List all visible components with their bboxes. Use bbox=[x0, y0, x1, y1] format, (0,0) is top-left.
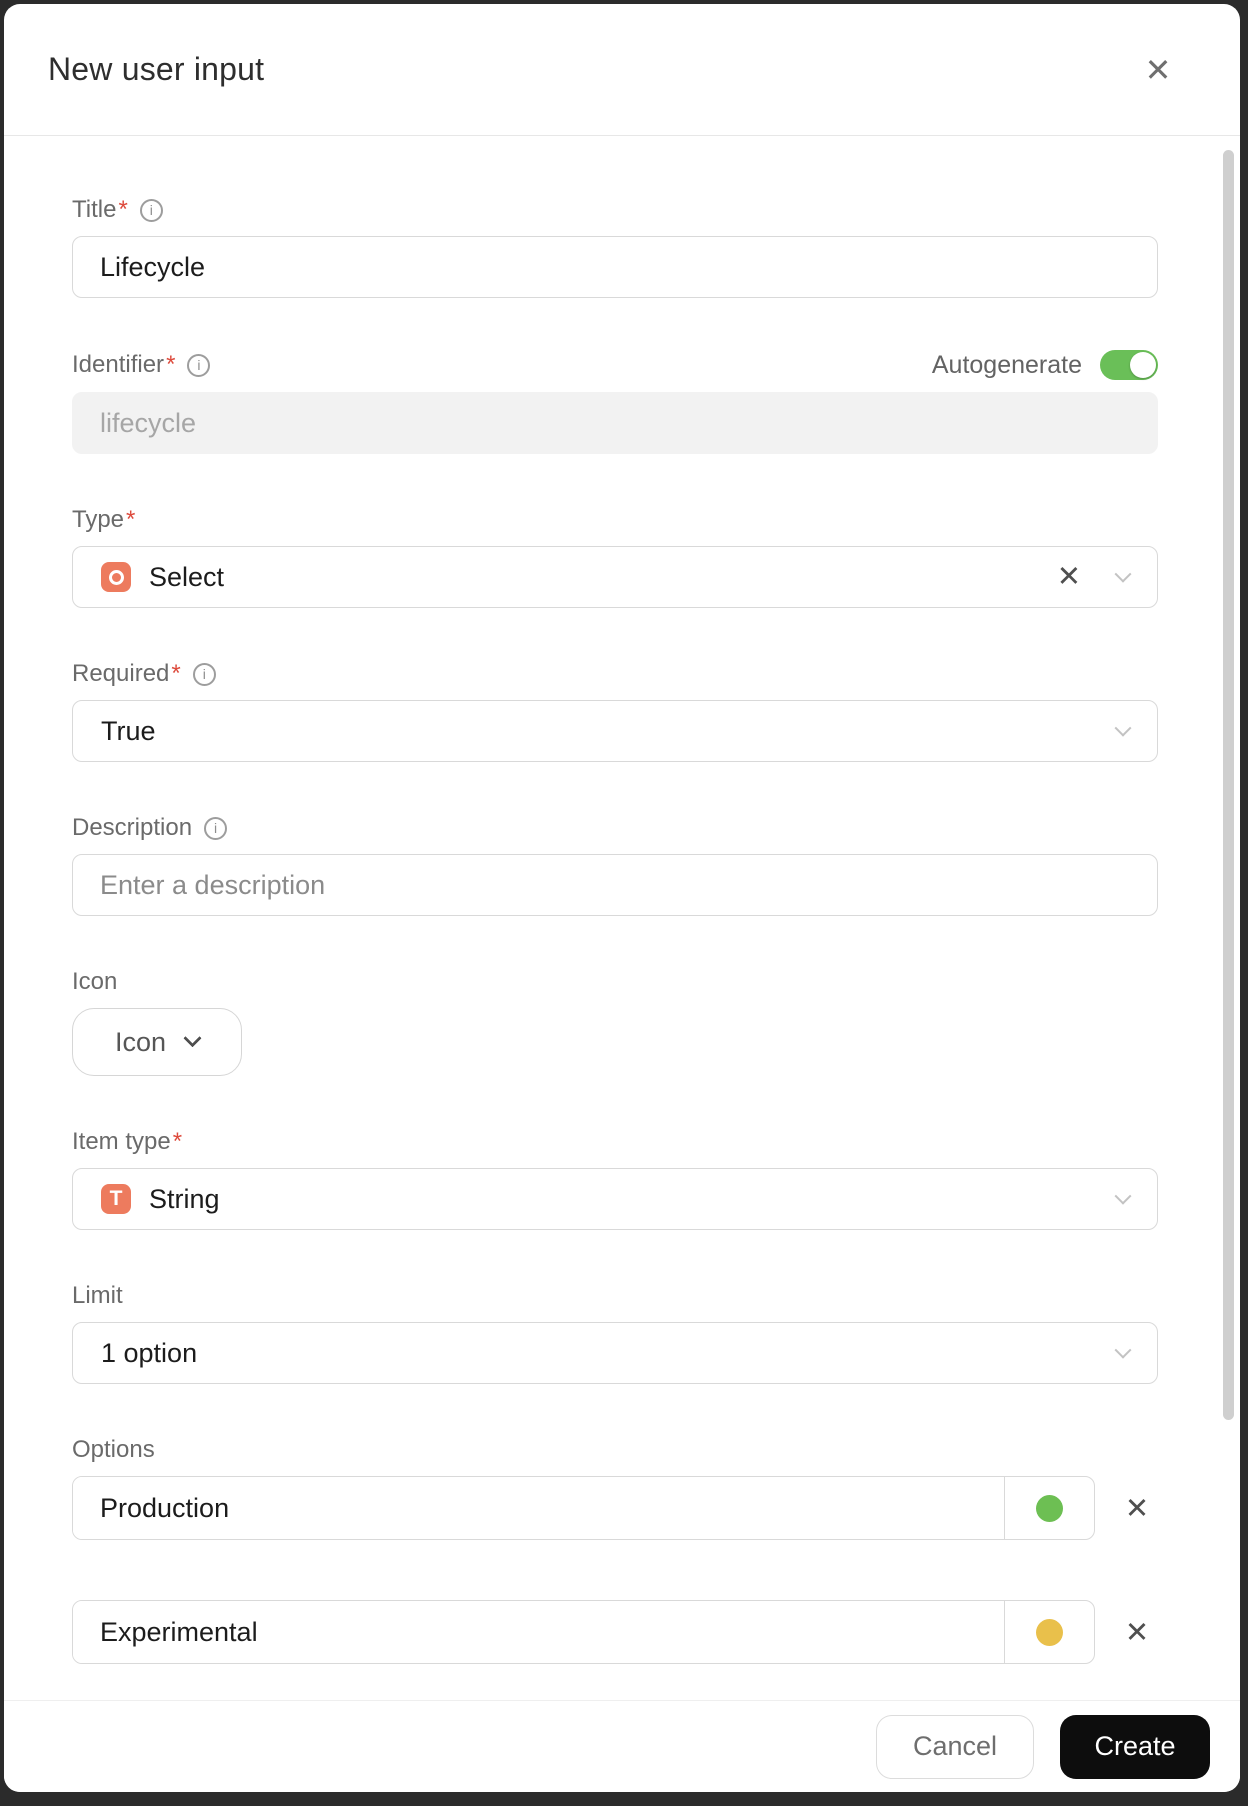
option-color-picker[interactable] bbox=[1004, 1477, 1094, 1539]
select-type-icon bbox=[101, 562, 131, 592]
description-label-row: Description i bbox=[72, 814, 1158, 842]
close-icon[interactable]: ✕ bbox=[1138, 50, 1178, 90]
identifier-label-row: Identifier * i Autogenerate bbox=[72, 350, 1158, 380]
string-type-icon: T bbox=[101, 1184, 131, 1214]
item-type-field-section: Item type * T String bbox=[72, 1128, 1158, 1230]
option-pill bbox=[72, 1476, 1095, 1540]
option-row-experimental: ✕ bbox=[72, 1600, 1158, 1664]
item-type-chevron-down-icon[interactable] bbox=[1114, 1187, 1132, 1205]
new-user-input-dialog: New user input ✕ Title * i Identifier * … bbox=[4, 4, 1240, 1792]
dialog-title: New user input bbox=[48, 51, 265, 87]
option-value-input[interactable] bbox=[73, 1601, 1004, 1663]
icon-label-row: Icon bbox=[72, 968, 1158, 996]
type-required-asterisk: * bbox=[126, 506, 136, 533]
icon-picker-button[interactable]: Icon bbox=[72, 1008, 242, 1076]
option-color-dot bbox=[1036, 1494, 1063, 1522]
icon-label: Icon bbox=[72, 968, 118, 995]
identifier-info-icon[interactable]: i bbox=[187, 353, 211, 377]
options-field-section: Options ✕ ✕ bbox=[72, 1436, 1158, 1664]
required-select[interactable]: True bbox=[72, 700, 1158, 762]
limit-select[interactable]: 1 option bbox=[72, 1322, 1158, 1384]
option-remove-icon[interactable]: ✕ bbox=[1117, 1488, 1157, 1528]
limit-field-section: Limit 1 option bbox=[72, 1282, 1158, 1384]
string-type-glyph: T bbox=[109, 1187, 123, 1210]
dialog-body: Title * i Identifier * i Autogenerate bbox=[4, 136, 1240, 1664]
type-clear-icon[interactable]: ✕ bbox=[1057, 562, 1081, 592]
title-label: Title bbox=[72, 196, 117, 223]
item-type-select-value: String bbox=[149, 1183, 220, 1214]
required-info-icon[interactable]: i bbox=[192, 662, 216, 686]
toggle-knob bbox=[1130, 352, 1156, 378]
type-select[interactable]: Select ✕ bbox=[72, 546, 1158, 608]
item-type-label-row: Item type * bbox=[72, 1128, 1158, 1156]
required-select-value: True bbox=[101, 715, 156, 746]
required-chevron-down-icon[interactable] bbox=[1114, 719, 1132, 737]
dialog-footer: Cancel Create bbox=[4, 1700, 1240, 1792]
identifier-required-asterisk: * bbox=[166, 351, 176, 378]
type-chevron-down-icon[interactable] bbox=[1114, 565, 1132, 583]
icon-field-section: Icon Icon bbox=[72, 968, 1158, 1076]
type-label: Type bbox=[72, 506, 125, 533]
cancel-button[interactable]: Cancel bbox=[875, 1714, 1034, 1779]
type-field-section: Type * Select ✕ bbox=[72, 506, 1158, 608]
title-info-icon[interactable]: i bbox=[139, 198, 163, 222]
option-pill bbox=[72, 1600, 1095, 1664]
description-info-icon[interactable]: i bbox=[204, 816, 228, 840]
options-label: Options bbox=[72, 1436, 155, 1463]
option-value-input[interactable] bbox=[73, 1477, 1004, 1539]
limit-label: Limit bbox=[72, 1282, 123, 1309]
description-field-section: Description i bbox=[72, 814, 1158, 916]
body-scrollbar-thumb[interactable] bbox=[1223, 150, 1234, 1420]
item-type-label: Item type bbox=[72, 1128, 171, 1155]
limit-chevron-down-icon[interactable] bbox=[1114, 1341, 1132, 1359]
identifier-label: Identifier bbox=[72, 351, 165, 378]
identifier-input[interactable] bbox=[72, 392, 1158, 454]
option-color-picker[interactable] bbox=[1004, 1601, 1094, 1663]
type-label-row: Type * bbox=[72, 506, 1158, 534]
identifier-field-section: Identifier * i Autogenerate bbox=[72, 350, 1158, 454]
item-type-select[interactable]: T String bbox=[72, 1168, 1158, 1230]
autogenerate-label: Autogenerate bbox=[931, 350, 1082, 379]
option-color-dot bbox=[1036, 1618, 1063, 1646]
option-remove-icon[interactable]: ✕ bbox=[1117, 1612, 1157, 1652]
required-required-asterisk: * bbox=[171, 660, 181, 687]
select-type-ring-glyph bbox=[108, 569, 124, 585]
title-input[interactable] bbox=[72, 236, 1158, 298]
icon-picker-value: Icon bbox=[114, 1026, 167, 1057]
description-label: Description bbox=[72, 814, 193, 841]
options-label-row: Options bbox=[72, 1436, 1158, 1464]
title-required-asterisk: * bbox=[118, 196, 128, 223]
required-label-row: Required * i bbox=[72, 660, 1158, 688]
create-button[interactable]: Create bbox=[1060, 1714, 1210, 1779]
limit-label-row: Limit bbox=[72, 1282, 1158, 1310]
dialog-header: New user input ✕ bbox=[4, 4, 1240, 136]
description-input[interactable] bbox=[72, 854, 1158, 916]
required-label: Required bbox=[72, 660, 170, 687]
type-select-value: Select bbox=[149, 561, 225, 592]
limit-select-value: 1 option bbox=[101, 1337, 198, 1368]
title-label-row: Title * i bbox=[72, 196, 1158, 224]
title-field-section: Title * i bbox=[72, 196, 1158, 298]
icon-picker-chevron-down-icon bbox=[183, 1028, 202, 1047]
required-field-section: Required * i True bbox=[72, 660, 1158, 762]
item-type-required-asterisk: * bbox=[172, 1128, 183, 1155]
autogenerate-toggle[interactable] bbox=[1100, 350, 1158, 380]
option-row-production: ✕ bbox=[72, 1476, 1158, 1540]
